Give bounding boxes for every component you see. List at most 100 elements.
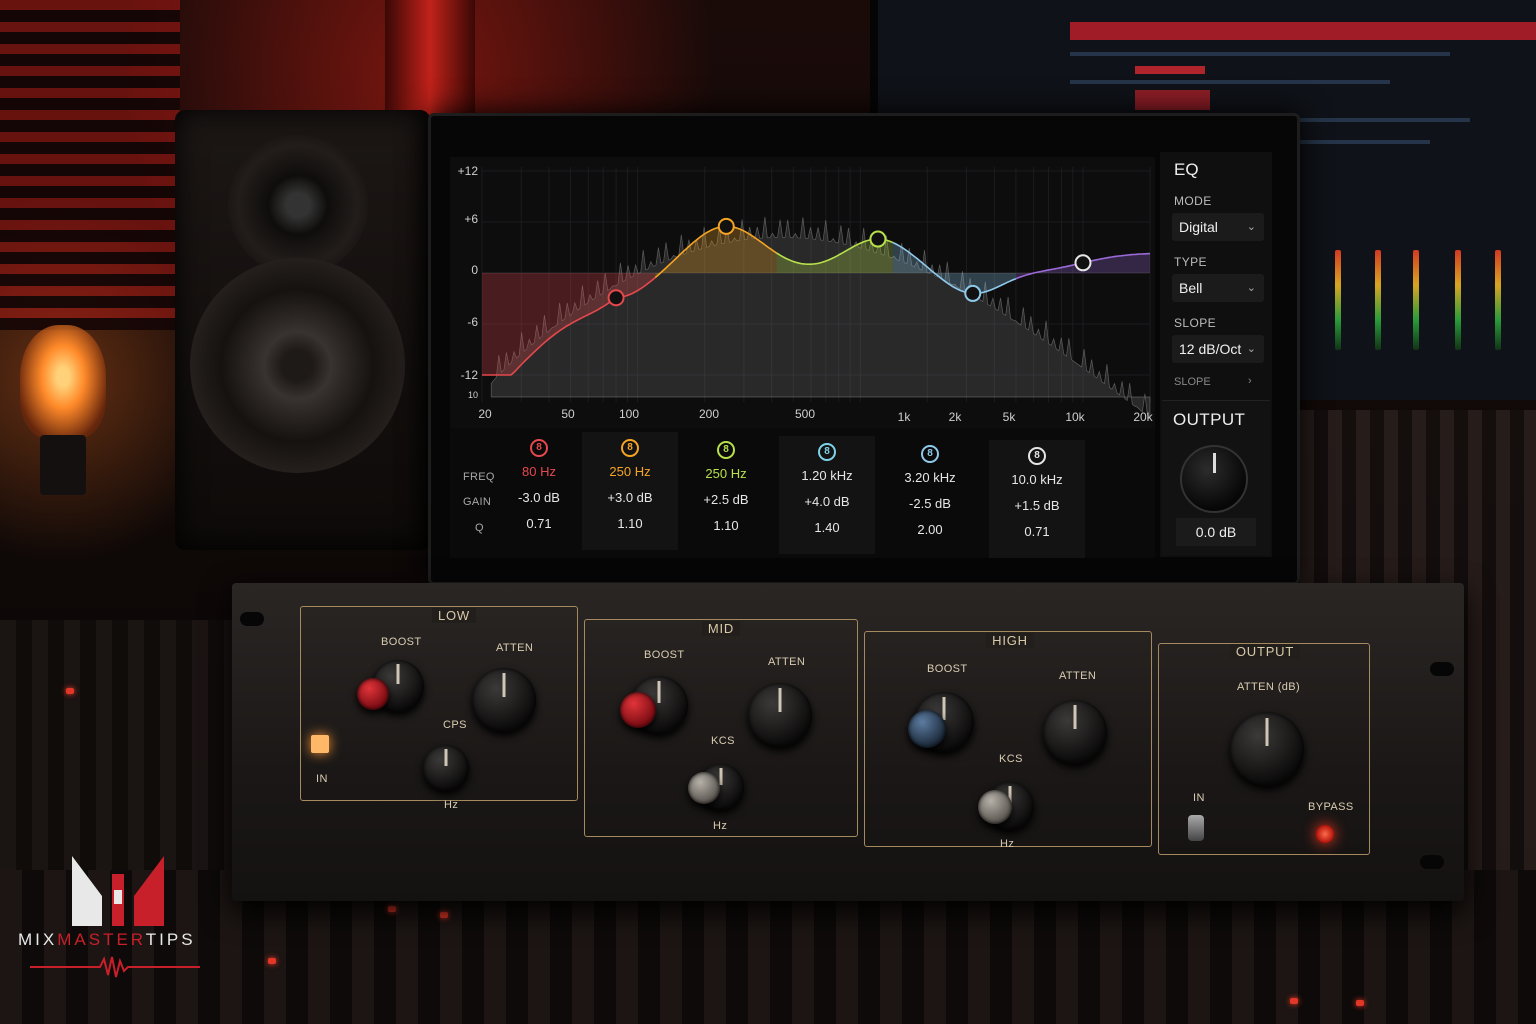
logo-word-master: MASTER bbox=[57, 930, 146, 949]
band-q-value[interactable]: 1.10 bbox=[678, 513, 774, 539]
type-value: Bell bbox=[1179, 280, 1203, 296]
high-kcs-cap bbox=[978, 790, 1012, 824]
mid-hz-label: Hz bbox=[713, 820, 728, 832]
console-led bbox=[1290, 998, 1298, 1004]
band-q-value[interactable]: 0.71 bbox=[491, 511, 587, 537]
slope-dropdown[interactable]: 12 dB/Oct ⌄ bbox=[1172, 335, 1264, 363]
output-title: OUTPUT bbox=[1173, 410, 1246, 429]
x-axis-label: 1k bbox=[897, 410, 911, 424]
chevron-right-icon[interactable]: › bbox=[1248, 375, 1252, 387]
output-gain-knob[interactable] bbox=[1180, 445, 1248, 513]
band-q-value[interactable]: 1.10 bbox=[582, 511, 678, 537]
knob-pointer bbox=[657, 680, 661, 703]
rack-ear-hole bbox=[1420, 855, 1444, 869]
mixing-console-left bbox=[0, 620, 235, 880]
eq-band-6[interactable]: 8 10.0 kHz +1.5 dB 0.71 bbox=[989, 440, 1085, 558]
band-number-badge[interactable]: 8 bbox=[621, 439, 639, 457]
band-number-badge[interactable]: 8 bbox=[1028, 447, 1046, 465]
eq-band-node[interactable] bbox=[869, 230, 887, 248]
band-q-value[interactable]: 0.71 bbox=[989, 519, 1085, 545]
y-axis-label: -6 bbox=[467, 315, 478, 329]
waveform-icon bbox=[30, 956, 200, 978]
band-frequency-value[interactable]: 80 Hz bbox=[491, 459, 587, 485]
high-hz-label: Hz bbox=[1000, 838, 1015, 850]
type-dropdown[interactable]: Bell ⌄ bbox=[1172, 274, 1264, 302]
mid-section-title: MID bbox=[701, 621, 741, 636]
output-in-label: IN bbox=[1193, 792, 1205, 804]
console-led bbox=[66, 688, 74, 694]
band-number-badge[interactable]: 8 bbox=[921, 445, 939, 463]
x-axis-label: 100 bbox=[618, 407, 640, 421]
more-options-label[interactable]: SLOPE bbox=[1174, 376, 1211, 388]
low-atten-knob[interactable] bbox=[472, 668, 536, 732]
eq-band-node[interactable] bbox=[717, 217, 735, 235]
eq-band-5[interactable]: 8 3.20 kHz -2.5 dB 2.00 bbox=[882, 438, 978, 556]
eq-band-1[interactable]: 8 80 Hz -3.0 dB 0.71 bbox=[491, 432, 587, 550]
knob-pointer bbox=[719, 767, 723, 786]
band-gain-value[interactable]: +1.5 dB bbox=[989, 493, 1085, 519]
eq-band-node[interactable] bbox=[964, 284, 982, 302]
eq-title: EQ bbox=[1174, 160, 1199, 179]
band-q-value[interactable]: 2.00 bbox=[882, 517, 978, 543]
band-q-value[interactable]: 1.40 bbox=[779, 515, 875, 541]
low-cps-selector-knob[interactable] bbox=[423, 745, 469, 791]
q-row-label: Q bbox=[475, 522, 484, 534]
eq-band-2[interactable]: 8 250 Hz +3.0 dB 1.10 bbox=[582, 432, 678, 550]
y-axis-label: -12 bbox=[460, 368, 478, 382]
x-axis-label: 10k bbox=[1065, 410, 1085, 424]
in-toggle-switch[interactable] bbox=[1188, 815, 1204, 841]
y-axis-label: +6 bbox=[464, 212, 478, 226]
band-gain-value[interactable]: +2.5 dB bbox=[678, 487, 774, 513]
eq-frequency-graph[interactable]: +12 +6 0 -6 -12 10 20 50 100 200 500 1k … bbox=[450, 157, 1155, 430]
slope-label: SLOPE bbox=[1174, 316, 1217, 330]
mid-atten-knob[interactable] bbox=[748, 683, 812, 747]
chevron-down-icon: ⌄ bbox=[1246, 221, 1256, 233]
low-in-indicator-light[interactable] bbox=[311, 735, 329, 753]
band-gain-value[interactable]: +4.0 dB bbox=[779, 489, 875, 515]
high-boost-label: BOOST bbox=[927, 663, 968, 675]
y-axis-label: +12 bbox=[457, 164, 478, 178]
low-boost-label: BOOST bbox=[381, 636, 422, 648]
bypass-indicator-light[interactable] bbox=[1316, 825, 1334, 843]
console-led bbox=[388, 906, 396, 912]
eq-curve-svg[interactable] bbox=[450, 157, 1155, 430]
band-frequency-value[interactable]: 250 Hz bbox=[582, 459, 678, 485]
mode-dropdown[interactable]: Digital ⌄ bbox=[1172, 213, 1264, 241]
speaker-woofer bbox=[190, 258, 405, 473]
rack-ear-hole bbox=[1430, 662, 1454, 676]
band-gain-value[interactable]: +3.0 dB bbox=[582, 485, 678, 511]
band-frequency-value[interactable]: 3.20 kHz bbox=[882, 465, 978, 491]
output-atten-knob[interactable] bbox=[1230, 712, 1304, 786]
eq-band-4[interactable]: 8 1.20 kHz +4.0 dB 1.40 bbox=[779, 436, 875, 554]
band-gain-value[interactable]: -3.0 dB bbox=[491, 485, 587, 511]
knob-pointer bbox=[396, 664, 400, 684]
knob-pointer bbox=[1073, 705, 1077, 730]
high-atten-knob[interactable] bbox=[1043, 700, 1107, 764]
band-gain-value[interactable]: -2.5 dB bbox=[882, 491, 978, 517]
level-meter bbox=[1455, 250, 1461, 350]
y-axis-label: 0 bbox=[471, 263, 478, 277]
band-number-badge[interactable]: 8 bbox=[818, 443, 836, 461]
eq-band-3[interactable]: 8 250 Hz +2.5 dB 1.10 bbox=[678, 434, 774, 552]
high-atten-label: ATTEN bbox=[1059, 670, 1097, 682]
band-number-badge[interactable]: 8 bbox=[530, 439, 548, 457]
knob-pointer bbox=[444, 748, 448, 767]
logo-word-tips: TIPS bbox=[145, 930, 196, 949]
mid-kcs-label: KCS bbox=[711, 735, 735, 747]
band-frequency-value[interactable]: 1.20 kHz bbox=[779, 463, 875, 489]
level-meter bbox=[1495, 250, 1501, 350]
eq-band-node[interactable] bbox=[607, 289, 625, 307]
rack-ear-hole bbox=[240, 612, 264, 626]
console-led bbox=[440, 912, 448, 918]
mid-atten-label: ATTEN bbox=[768, 656, 806, 668]
band-frequency-value[interactable]: 10.0 kHz bbox=[989, 467, 1085, 493]
output-gain-value[interactable]: 0.0 dB bbox=[1176, 518, 1256, 546]
band-number-badge[interactable]: 8 bbox=[717, 441, 735, 459]
x-axis-label: 5k bbox=[1002, 410, 1016, 424]
mode-value: Digital bbox=[1179, 219, 1218, 235]
band-frequency-value[interactable]: 250 Hz bbox=[678, 461, 774, 487]
eq-band-node[interactable] bbox=[1074, 254, 1092, 272]
high-boost-cap bbox=[908, 710, 946, 748]
slope-value: 12 dB/Oct bbox=[1179, 341, 1242, 357]
knob-pointer bbox=[1265, 717, 1269, 747]
